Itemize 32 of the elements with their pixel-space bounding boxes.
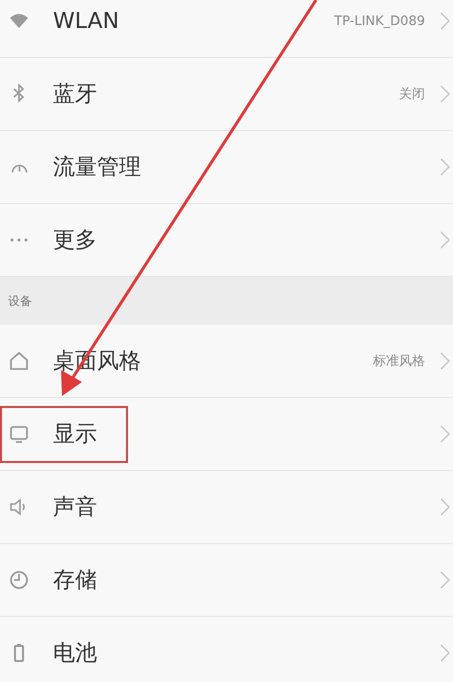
more-icon [10,238,28,242]
item-label: 更多 [53,227,98,255]
settings-item[interactable]: 存储 [0,544,453,617]
chevron-icon [439,643,451,663]
settings-item[interactable]: 蓝牙 关闭 [0,58,453,131]
chevron-icon [439,230,451,250]
monitor-icon [8,423,30,445]
settings-item[interactable]: 电池 [0,617,453,682]
item-label: 声音 [53,494,98,522]
item-label: WLAN [53,8,120,34]
item-label: 流量管理 [53,154,142,182]
item-value: TP-LINK_D089 [334,14,425,28]
chevron-icon [439,351,451,371]
chevron-icon [439,570,451,590]
clock-icon [8,569,30,591]
settings-item[interactable]: 显示 [0,398,453,471]
item-label: 蓝牙 [53,81,98,109]
item-value: 标准风格 [373,353,425,370]
home-icon [8,350,30,372]
settings-item[interactable]: 声音 [0,471,453,544]
item-value: 关闭 [399,86,425,103]
item-label: 显示 [53,421,98,449]
item-label: 电池 [53,640,98,668]
item-label: 存储 [53,567,98,595]
chevron-icon [439,424,451,444]
settings-item[interactable]: WLAN TP-LINK_D089 [0,0,453,58]
section-header: 设备 [8,292,32,310]
chevron-icon [439,157,451,177]
chevron-icon [439,11,451,31]
settings-item[interactable]: 流量管理 [0,131,453,204]
chevron-icon [439,497,451,517]
chevron-icon [439,84,451,104]
